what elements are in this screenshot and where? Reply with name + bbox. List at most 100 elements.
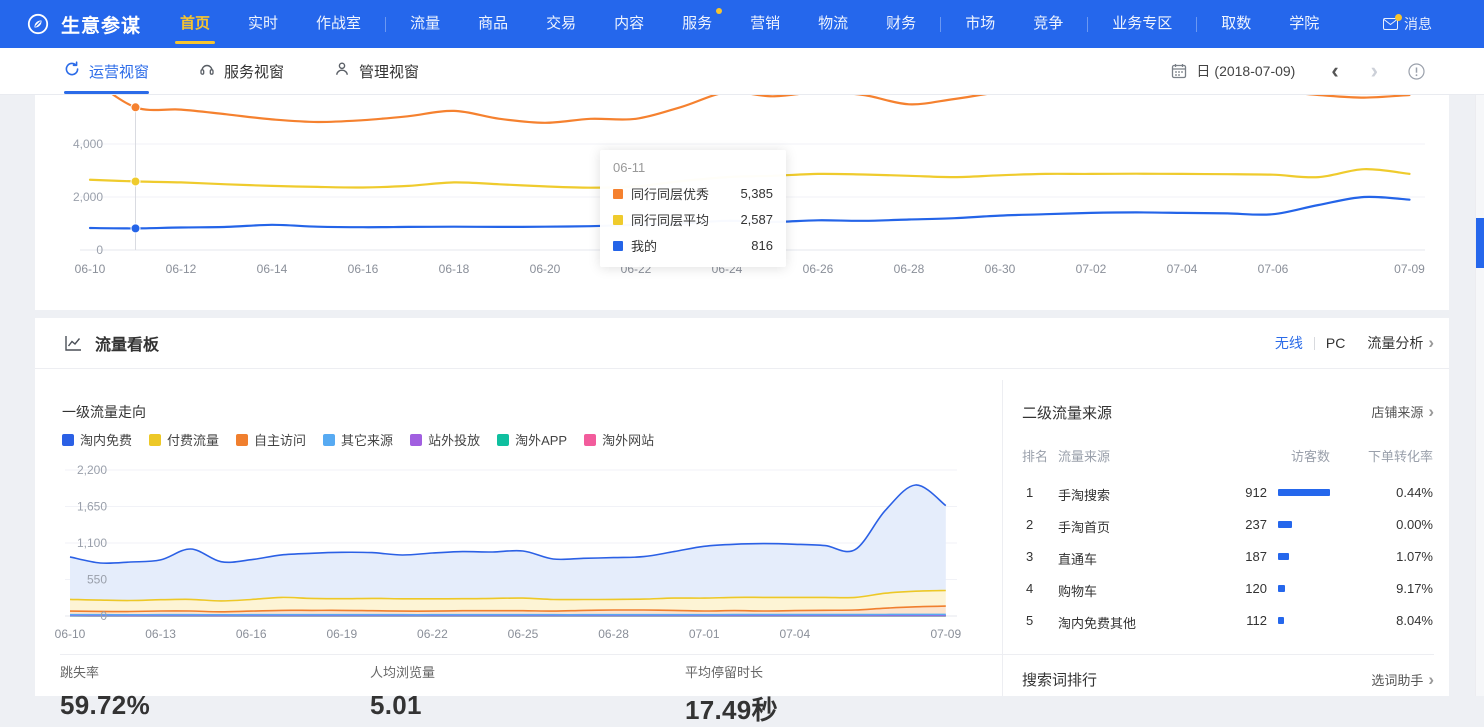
shop-sources-link[interactable]: 店铺来源 › (1371, 402, 1434, 421)
nav-item-label: 服务 (682, 15, 712, 32)
legend-item-站外投放[interactable]: 站外投放 (410, 430, 480, 449)
tooltip-row: 同行同层优秀5,385 (613, 184, 773, 203)
tooltip-series-value: 816 (751, 238, 773, 253)
source-conversion: 0.44% (1396, 485, 1433, 500)
legend-item-淘外网站[interactable]: 淘外网站 (584, 430, 654, 449)
messages-button[interactable]: 消息 (1383, 14, 1432, 34)
view-tab-3[interactable]: 管理视窗 (334, 48, 419, 94)
source-row-2[interactable]: 2手淘首页2370.00% (1022, 508, 1434, 540)
nav-item-竞争[interactable]: 竞争 (1014, 0, 1082, 48)
channel-tab-wireless[interactable]: 无线 (1275, 333, 1303, 353)
secondary-sources-title: 二级流量来源 (1022, 402, 1112, 423)
source-visitors: 112 (1142, 613, 1267, 628)
svg-text:1,100: 1,100 (77, 536, 107, 550)
legend-item-自主访问[interactable]: 自主访问 (236, 430, 306, 449)
scrollbar-thumb[interactable] (1476, 218, 1484, 268)
primary-traffic-title: 一级流量走向 (62, 402, 146, 422)
nav-item-财务[interactable]: 财务 (867, 0, 935, 48)
nav-item-实时[interactable]: 实时 (229, 0, 297, 48)
svg-text:07-09: 07-09 (930, 627, 961, 641)
nav-item-label: 业务专区 (1112, 15, 1172, 32)
visitors-bar (1278, 521, 1292, 528)
source-row-5[interactable]: 5淘内免费其他1128.04% (1022, 604, 1434, 636)
nav-item-市场[interactable]: 市场 (946, 0, 1014, 48)
word-picker-link[interactable]: 选词助手 › (1371, 670, 1434, 689)
source-row-1[interactable]: 1 手淘搜索 912 0.44% (1022, 476, 1434, 508)
date-granularity: 日 (1196, 63, 1210, 79)
info-icon[interactable] (1408, 63, 1425, 80)
refresh-icon (64, 61, 80, 82)
svg-text:1,650: 1,650 (77, 500, 107, 514)
nav-item-业务专区[interactable]: 业务专区 (1093, 0, 1191, 48)
legend-item-淘内免费[interactable]: 淘内免费 (62, 430, 132, 449)
legend-item-淘外APP[interactable]: 淘外APP (497, 430, 567, 449)
traffic-analysis-link[interactable]: 流量分析 › (1367, 333, 1434, 353)
nav-item-首页[interactable]: 首页 (161, 0, 229, 48)
source-rank: 4 (1026, 581, 1033, 596)
source-name: 手淘首页 (1058, 517, 1110, 536)
nav-item-营销[interactable]: 营销 (731, 0, 799, 48)
source-row-4[interactable]: 4购物车1209.17% (1022, 572, 1434, 604)
chevron-right-icon: › (1428, 336, 1434, 350)
brand-name: 生意参谋 (61, 11, 141, 38)
nav-item-商品[interactable]: 商品 (459, 0, 527, 48)
svg-text:07-04: 07-04 (779, 627, 810, 641)
view-tab-2[interactable]: 服务视窗 (199, 48, 284, 94)
stat-label: 平均停留时长 (685, 662, 778, 681)
tooltip-series-label: 我的 (631, 236, 657, 255)
prev-day-button[interactable]: ‹ (1331, 61, 1338, 81)
channel-tab-pc[interactable]: PC (1326, 335, 1345, 351)
tooltip-rows: 同行同层优秀5,385同行同层平均2,587我的816 (613, 184, 773, 255)
svg-text:2,200: 2,200 (77, 463, 107, 477)
source-name: 淘内免费其他 (1058, 613, 1136, 632)
nav-item-流量[interactable]: 流量 (391, 0, 459, 48)
legend-item-其它来源[interactable]: 其它来源 (323, 430, 393, 449)
source-rank: 1 (1026, 485, 1033, 500)
nav-item-服务[interactable]: 服务 (663, 0, 731, 48)
nav-item-取数[interactable]: 取数 (1202, 0, 1270, 48)
source-visitors: 912 (1142, 485, 1267, 500)
area-chart-legend: 淘内免费付费流量自主访问其它来源站外投放淘外APP 淘外网站 (62, 430, 654, 449)
chevron-right-icon: › (1428, 405, 1434, 419)
svg-text:06-13: 06-13 (145, 627, 176, 641)
person-icon (334, 61, 350, 82)
svg-text:07-02: 07-02 (1076, 262, 1107, 276)
next-day-button[interactable]: › (1371, 61, 1378, 81)
brand[interactable]: 生意参谋 (27, 11, 141, 38)
traffic-board-controls: 无线 PC 流量分析 › (1275, 318, 1434, 368)
nav-item-label: 首页 (180, 15, 210, 32)
legend-swatch (236, 434, 248, 446)
view-tab-label: 运营视窗 (89, 61, 149, 82)
col-visitors: 访客数 (1202, 446, 1330, 465)
series-color-swatch (613, 215, 623, 225)
visitors-bar (1278, 553, 1289, 560)
nav-divider (1087, 17, 1088, 32)
nav-item-内容[interactable]: 内容 (595, 0, 663, 48)
date-picker[interactable]: 日(2018-07-09) (1196, 61, 1299, 81)
top-navbar: 生意参谋 首页 实时作战室流量商品交易内容 服务 营销物流财务市场竞争 业务专区 取数 学院… (0, 0, 1484, 48)
series-color-swatch (613, 241, 623, 251)
nav-item-交易[interactable]: 交易 (527, 0, 595, 48)
nav-item-label: 学院 (1289, 15, 1319, 32)
source-name: 手淘搜索 (1058, 485, 1110, 504)
svg-text:06-18: 06-18 (439, 262, 470, 276)
source-rank: 2 (1026, 517, 1033, 532)
tooltip-series-label: 同行同层平均 (631, 210, 709, 229)
nav-item-学院[interactable]: 学院 (1270, 0, 1338, 48)
nav-item-作战室[interactable]: 作战室 (297, 0, 380, 48)
view-tabs: 运营视窗 服务视窗 管理视窗 (64, 48, 469, 94)
view-tab-1[interactable]: 运营视窗 (64, 48, 149, 94)
legend-item-付费流量[interactable]: 付费流量 (149, 430, 219, 449)
nav-divider (385, 17, 386, 32)
visitors-bar (1278, 585, 1285, 592)
calendar-icon[interactable] (1171, 63, 1187, 79)
series-color-swatch (613, 189, 623, 199)
svg-text:06-16: 06-16 (348, 262, 379, 276)
svg-text:550: 550 (87, 573, 107, 587)
horizontal-divider (60, 654, 1434, 655)
visitors-bar (1278, 617, 1284, 624)
source-row-3[interactable]: 3直通车1871.07% (1022, 540, 1434, 572)
nav-item-物流[interactable]: 物流 (799, 0, 867, 48)
page-scrollbar[interactable] (1475, 48, 1484, 696)
search-words-title: 搜索词排行 (1022, 669, 1097, 690)
